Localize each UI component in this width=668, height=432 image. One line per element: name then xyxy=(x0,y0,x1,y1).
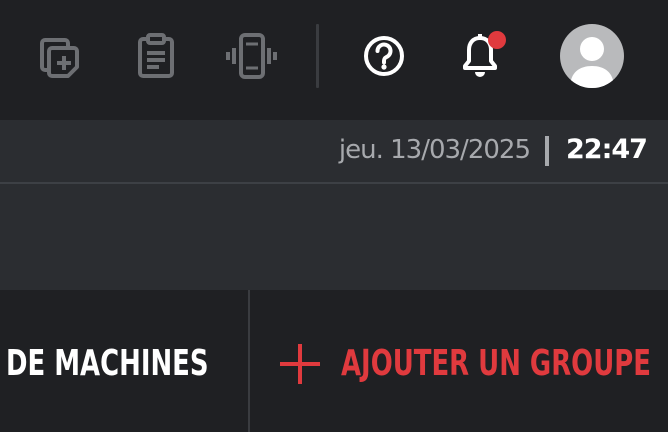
action-bar-divider xyxy=(248,290,250,432)
vibrate-button[interactable] xyxy=(224,28,280,84)
content-panel xyxy=(0,184,668,290)
plus-icon xyxy=(280,344,320,384)
help-icon xyxy=(364,36,404,76)
vibrate-phone-icon xyxy=(226,33,277,79)
notification-badge xyxy=(488,31,506,49)
date-time-divider xyxy=(545,136,549,166)
clipboard-button[interactable] xyxy=(128,28,184,84)
toolbar-divider xyxy=(316,24,319,88)
machines-tab-label[interactable]: DE MACHINES xyxy=(6,342,209,386)
user-avatar[interactable] xyxy=(560,24,624,88)
add-document-icon xyxy=(40,38,79,78)
avatar-icon xyxy=(570,37,614,88)
add-document-button[interactable] xyxy=(34,28,90,84)
current-date: jeu. 13/03/2025 xyxy=(338,135,531,165)
help-button[interactable] xyxy=(356,28,412,84)
top-toolbar xyxy=(0,0,668,120)
current-time: 22:47 xyxy=(566,134,648,165)
add-group-label: AJOUTER UN GROUPE xyxy=(341,343,651,384)
clipboard-icon xyxy=(138,33,174,78)
